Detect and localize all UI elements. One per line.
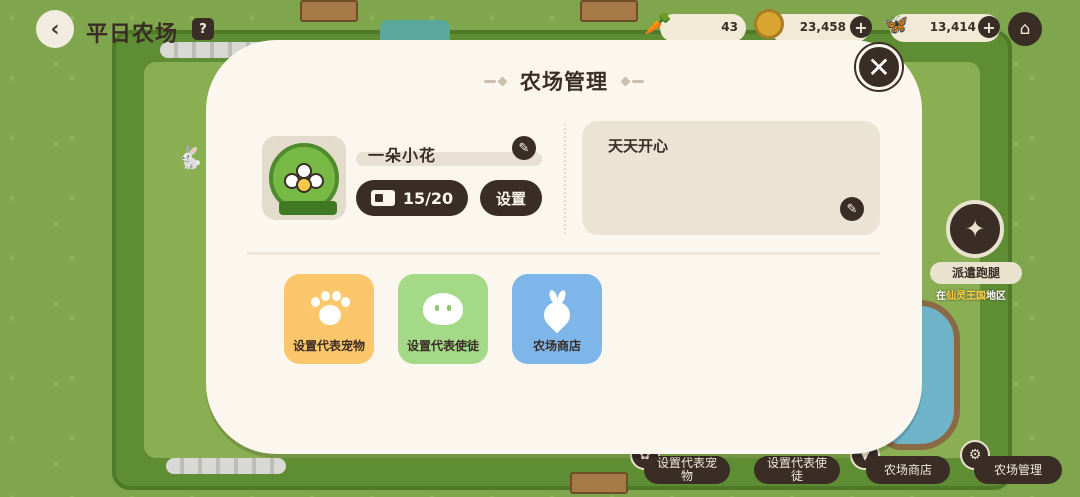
farm-shop-label: 农场商店 [532,339,581,353]
id-card-icon [370,190,395,206]
motto-box: 天天开心 ✎ [582,121,880,235]
member-count-badge[interactable]: 15/20 [356,180,468,216]
farm-manage-dialog: 农场管理 ✕ 一朵小花 ✎ 15/20 设置 天天开心 ✎ 设置代表宠物 设置代… [206,40,922,454]
set-envoy-label: 设置代表使徒 [406,339,479,353]
farm-avatar[interactable] [262,136,346,220]
horizontal-divider [246,252,880,255]
farm-name: 一朵小花 [368,146,437,165]
settings-button[interactable]: 设置 [480,180,542,216]
sprite-icon [421,289,465,329]
edit-motto-pencil-icon[interactable]: ✎ [840,197,864,221]
dialog-title: 农场管理 [520,70,608,94]
motto-text: 天天开心 [608,137,669,155]
title-decoration-right [620,76,644,86]
member-count: 15/20 [402,188,454,208]
carrot-icon [535,289,579,334]
set-pet-tile[interactable]: 设置代表宠物 [284,274,374,364]
farm-shop-tile[interactable]: 农场商店 [512,274,602,364]
dialog-header: 农场管理 [206,66,922,96]
paw-icon [307,289,351,329]
flower-emblem-icon [269,143,339,215]
set-envoy-tile[interactable]: 设置代表使徒 [398,274,488,364]
edit-name-pencil-icon[interactable]: ✎ [512,136,536,160]
set-pet-label: 设置代表宠物 [292,339,365,353]
vertical-divider [564,124,566,234]
title-decoration-left [484,76,508,86]
close-icon[interactable]: ✕ [856,44,902,90]
